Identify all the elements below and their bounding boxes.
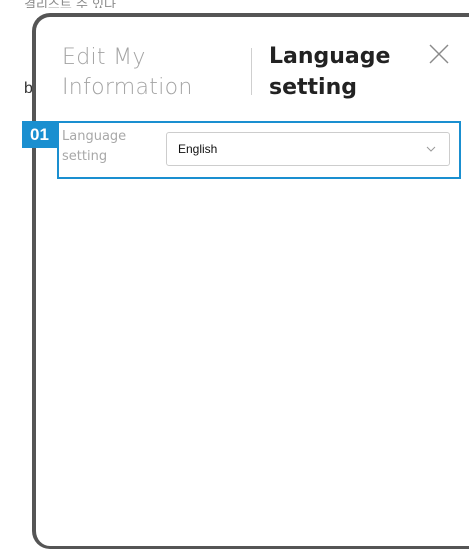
language-select-value: English — [178, 142, 218, 156]
close-icon — [429, 44, 449, 64]
language-select[interactable]: English — [166, 132, 450, 166]
chevron-down-icon — [426, 146, 436, 152]
tab-divider — [251, 48, 252, 95]
annotation-badge: 01 — [22, 121, 57, 148]
language-setting-modal: Edit My Information Language setting — [32, 13, 469, 549]
language-setting-label: Language setting — [62, 129, 127, 164]
close-button[interactable] — [428, 43, 450, 65]
background-page-text: 결리스트 수 있다 — [24, 0, 116, 8]
tab-language-setting[interactable]: Language setting — [269, 41, 409, 103]
tab-edit-my-information[interactable]: Edit My Information — [62, 43, 222, 103]
